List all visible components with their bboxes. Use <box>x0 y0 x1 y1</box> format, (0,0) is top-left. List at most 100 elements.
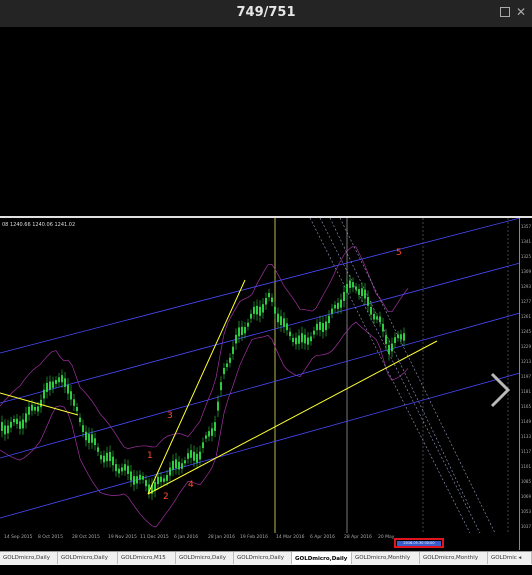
candle-body <box>343 291 345 301</box>
candle-body <box>394 337 396 344</box>
candle-body <box>58 377 60 383</box>
price-tick: 1357 <box>520 224 531 229</box>
tab-2[interactable]: GOLDmicro,M15 <box>118 552 176 564</box>
candle-body <box>52 381 54 388</box>
price-tick: 1293 <box>520 284 531 289</box>
candle-body <box>7 425 9 434</box>
candle-body <box>49 381 51 390</box>
candle-body <box>244 327 246 334</box>
candle-body <box>358 289 360 295</box>
date-label: 6 Jan 2016 <box>174 535 199 540</box>
candle-body <box>208 431 210 437</box>
price-tick: 1181 <box>520 389 531 394</box>
wave-label-2: 2 <box>163 492 169 502</box>
candle-body <box>55 380 57 384</box>
wave-label-1: 1 <box>147 451 153 461</box>
candle-body <box>205 435 207 439</box>
candle-body <box>109 452 111 462</box>
candle-body <box>190 450 192 458</box>
candle-body <box>325 321 327 331</box>
chevron-right-icon[interactable] <box>488 370 512 410</box>
candle-body <box>223 367 225 375</box>
candle-body <box>163 478 165 482</box>
candle-body <box>367 296 369 306</box>
candle-body <box>160 476 162 482</box>
date-label: 28 Apr 2016 <box>344 535 372 540</box>
candle-body <box>403 333 405 341</box>
candle-body <box>199 451 201 460</box>
candle-body <box>133 476 135 485</box>
candle-body <box>292 337 294 343</box>
candle-body <box>172 460 174 470</box>
highlight-date: 2016.05.30 00:00 <box>397 541 441 546</box>
candle-body <box>88 433 90 443</box>
candle-body <box>22 419 24 429</box>
price-tick: 1149 <box>520 419 531 424</box>
candle-body <box>262 304 264 313</box>
candle-body <box>169 467 171 476</box>
candle-body <box>334 304 336 309</box>
close-icon[interactable]: ✕ <box>516 6 526 18</box>
wave-label-3: 3 <box>167 411 173 421</box>
candle-body <box>25 413 27 423</box>
tab-0[interactable]: GOLDmicro,Daily <box>0 552 58 564</box>
candle-body <box>130 471 132 481</box>
candle-body <box>10 421 12 428</box>
tab-6[interactable]: GOLDmicro,Monthly <box>352 552 420 564</box>
candle-body <box>115 464 117 472</box>
candle-body <box>202 442 204 449</box>
candle-body <box>256 305 258 315</box>
candle-body <box>271 297 273 303</box>
window-controls: ✕ <box>499 6 526 18</box>
candle-body <box>43 389 45 399</box>
candle-body <box>94 438 96 446</box>
candle-body <box>337 302 339 309</box>
candle-body <box>298 335 300 344</box>
price-tick: 1117 <box>520 449 531 454</box>
candle-body <box>274 306 276 314</box>
candle-body <box>4 425 6 435</box>
candle-body <box>145 480 147 487</box>
tab-4[interactable]: GOLDmicro,Daily <box>234 552 292 564</box>
candle-body <box>61 375 63 383</box>
candle-body <box>295 337 297 345</box>
candle-body <box>37 406 39 412</box>
candle-body <box>217 401 219 411</box>
price-chart[interactable]: 08 1240.66 1240.06 1241.02 1357 1341 1325 1… <box>0 218 532 550</box>
title-bar: 749/751 ✕ <box>0 0 532 27</box>
candle-body <box>268 292 270 298</box>
candle-body <box>1 422 3 431</box>
date-label: 14 Sep 2015 <box>4 535 33 540</box>
price-tick: 1309 <box>520 269 531 274</box>
candle-body <box>250 313 252 319</box>
bottom-strip <box>0 565 532 575</box>
candle-body <box>361 288 363 297</box>
candle-body <box>166 474 168 481</box>
candle-body <box>352 282 354 288</box>
candle-body <box>124 464 126 471</box>
date-label: 28 Jan 2016 <box>208 535 235 540</box>
tab-5[interactable]: GOLDmicro,Daily <box>292 552 352 564</box>
restore-icon[interactable] <box>499 7 510 17</box>
tab-3[interactable]: GOLDmicro,Daily <box>176 552 234 564</box>
candle-body <box>400 334 402 340</box>
candle-body <box>385 335 387 344</box>
candle-body <box>64 378 66 387</box>
tab-1[interactable]: GOLDmicro,Daily <box>58 552 118 564</box>
candle-body <box>82 425 84 433</box>
candle-body <box>259 306 261 316</box>
tab-7[interactable]: GOLDmicro,Monthly <box>420 552 488 564</box>
candle-body <box>226 363 228 368</box>
price-tick: 1069 <box>520 494 531 499</box>
fan-line <box>329 218 471 509</box>
tab-8[interactable]: GOLDmic ◂ <box>488 552 532 564</box>
candle-body <box>136 476 138 484</box>
price-tick: 1085 <box>520 479 531 484</box>
image-counter: 749/751 <box>236 5 296 20</box>
candle-body <box>70 391 72 400</box>
candle-body <box>247 322 249 327</box>
candle-body <box>19 421 21 429</box>
candle-body <box>46 382 48 392</box>
trendline <box>0 392 79 416</box>
candle-body <box>127 465 129 474</box>
